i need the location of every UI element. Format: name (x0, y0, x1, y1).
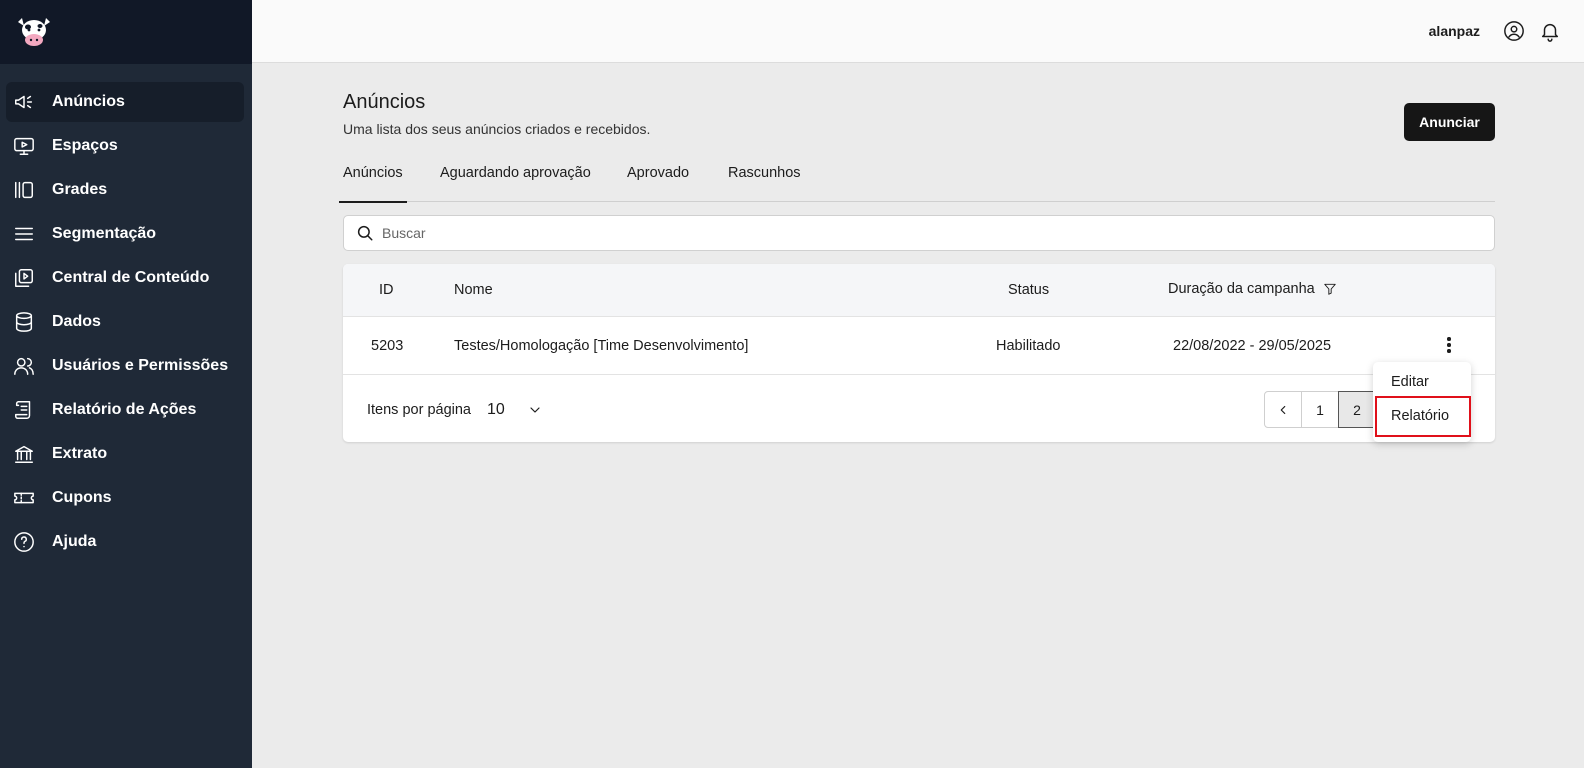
row-status: Habilitado (996, 338, 1061, 354)
column-header-duration: Duração da campanha (1168, 264, 1339, 317)
columns-icon (12, 178, 36, 202)
sidebar-item-label: Cupons (52, 489, 112, 506)
sidebar-item-label: Relatório de Ações (52, 401, 197, 418)
ads-table: ID Nome Status Duração da campanha 5203 … (343, 264, 1495, 442)
sidebar-item-label: Ajuda (52, 533, 97, 550)
row-actions-menu: Editar Relatório (1373, 362, 1471, 442)
filter-icon[interactable] (1323, 281, 1339, 297)
sidebar-item-label: Anúncios (52, 93, 125, 110)
pagination: 1 2 (1264, 391, 1376, 428)
table-row[interactable]: 5203 Testes/Homologação [Time Desenvolvi… (343, 317, 1495, 375)
database-icon (12, 310, 36, 334)
per-page-label: Itens por página (367, 402, 471, 418)
column-header-id: ID (379, 282, 394, 298)
user-circle-icon[interactable] (1502, 19, 1526, 43)
username[interactable]: alanpaz (1429, 23, 1480, 39)
sidebar-item-label: Grades (52, 181, 108, 198)
anunciar-button[interactable]: Anunciar (1404, 103, 1495, 141)
row-id: 5203 (371, 338, 404, 354)
page-subtitle: Uma lista dos seus anúncios criados e re… (343, 121, 651, 137)
chevron-left-icon (1276, 403, 1290, 417)
help-circle-icon (12, 530, 36, 554)
row-name: Testes/Homologação [Time Desenvolvimento… (454, 338, 749, 354)
search-input[interactable] (382, 225, 1382, 241)
search-box (343, 215, 1495, 251)
per-page-value: 10 (487, 401, 505, 418)
sidebar: Anúncios Espaços Grades Segmentação Cent… (0, 0, 252, 768)
sidebar-item-usuarios-e-permissoes[interactable]: Usuários e Permissões (6, 346, 244, 386)
monitor-play-icon (12, 134, 36, 158)
sidebar-item-grades[interactable]: Grades (6, 170, 244, 210)
users-icon (12, 354, 36, 378)
bell-icon[interactable] (1538, 19, 1562, 43)
sidebar-item-cupons[interactable]: Cupons (6, 478, 244, 518)
search-icon (356, 224, 374, 242)
sidebar-item-relatorio-de-acoes[interactable]: Relatório de Ações (6, 390, 244, 430)
sidebar-item-ajuda[interactable]: Ajuda (6, 522, 244, 562)
sidebar-item-label: Segmentação (52, 225, 157, 242)
media-library-icon (12, 266, 36, 290)
column-header-duration-label: Duração da campanha (1168, 281, 1315, 297)
sidebar-item-dados[interactable]: Dados (6, 302, 244, 342)
tab-rascunhos[interactable]: Rascunhos (728, 155, 801, 202)
page-button-2[interactable]: 2 (1338, 391, 1376, 428)
ticket-icon (12, 486, 36, 510)
menu-item-relatorio[interactable]: Relatório (1375, 396, 1471, 437)
chevron-down-icon (505, 402, 543, 418)
sidebar-item-label: Espaços (52, 137, 118, 154)
tab-aguardando-aprovacao[interactable]: Aguardando aprovação (440, 155, 591, 202)
sidebar-item-segmentacao[interactable]: Segmentação (6, 214, 244, 254)
table-header: ID Nome Status Duração da campanha (343, 264, 1495, 317)
menu-lines-icon (12, 222, 36, 246)
scroll-report-icon (12, 398, 36, 422)
top-bar: alanpaz (252, 0, 1584, 63)
bank-icon (12, 442, 36, 466)
column-header-name: Nome (454, 282, 493, 298)
sidebar-nav: Anúncios Espaços Grades Segmentação Cent… (0, 64, 252, 562)
sidebar-item-anuncios[interactable]: Anúncios (6, 82, 244, 122)
sidebar-item-label: Extrato (52, 445, 108, 462)
sidebar-item-central-de-conteudo[interactable]: Central de Conteúdo (6, 258, 244, 298)
sidebar-header (0, 0, 252, 64)
tab-aprovado[interactable]: Aprovado (627, 155, 689, 202)
tab-anuncios[interactable]: Anúncios (339, 155, 407, 203)
kebab-menu-icon[interactable] (1437, 333, 1461, 357)
row-duration: 22/08/2022 - 29/05/2025 (1173, 338, 1332, 354)
megaphone-icon (12, 90, 36, 114)
tabs: Anúncios Aguardando aprovação Aprovado R… (339, 155, 1495, 203)
sidebar-item-label: Usuários e Permissões (52, 357, 229, 374)
sidebar-item-espacos[interactable]: Espaços (6, 126, 244, 166)
per-page-select[interactable]: 10 (487, 397, 543, 423)
prev-page-button[interactable] (1264, 391, 1302, 428)
table-footer: Itens por página 10 1 2 (343, 375, 1495, 442)
column-header-status: Status (1008, 282, 1050, 298)
page-title: Anúncios (343, 91, 426, 113)
cow-logo-icon[interactable] (14, 14, 54, 50)
sidebar-item-extrato[interactable]: Extrato (6, 434, 244, 474)
sidebar-item-label: Central de Conteúdo (52, 269, 210, 286)
menu-item-editar[interactable]: Editar (1373, 364, 1471, 400)
page-button-1[interactable]: 1 (1301, 391, 1339, 428)
sidebar-item-label: Dados (52, 313, 101, 330)
